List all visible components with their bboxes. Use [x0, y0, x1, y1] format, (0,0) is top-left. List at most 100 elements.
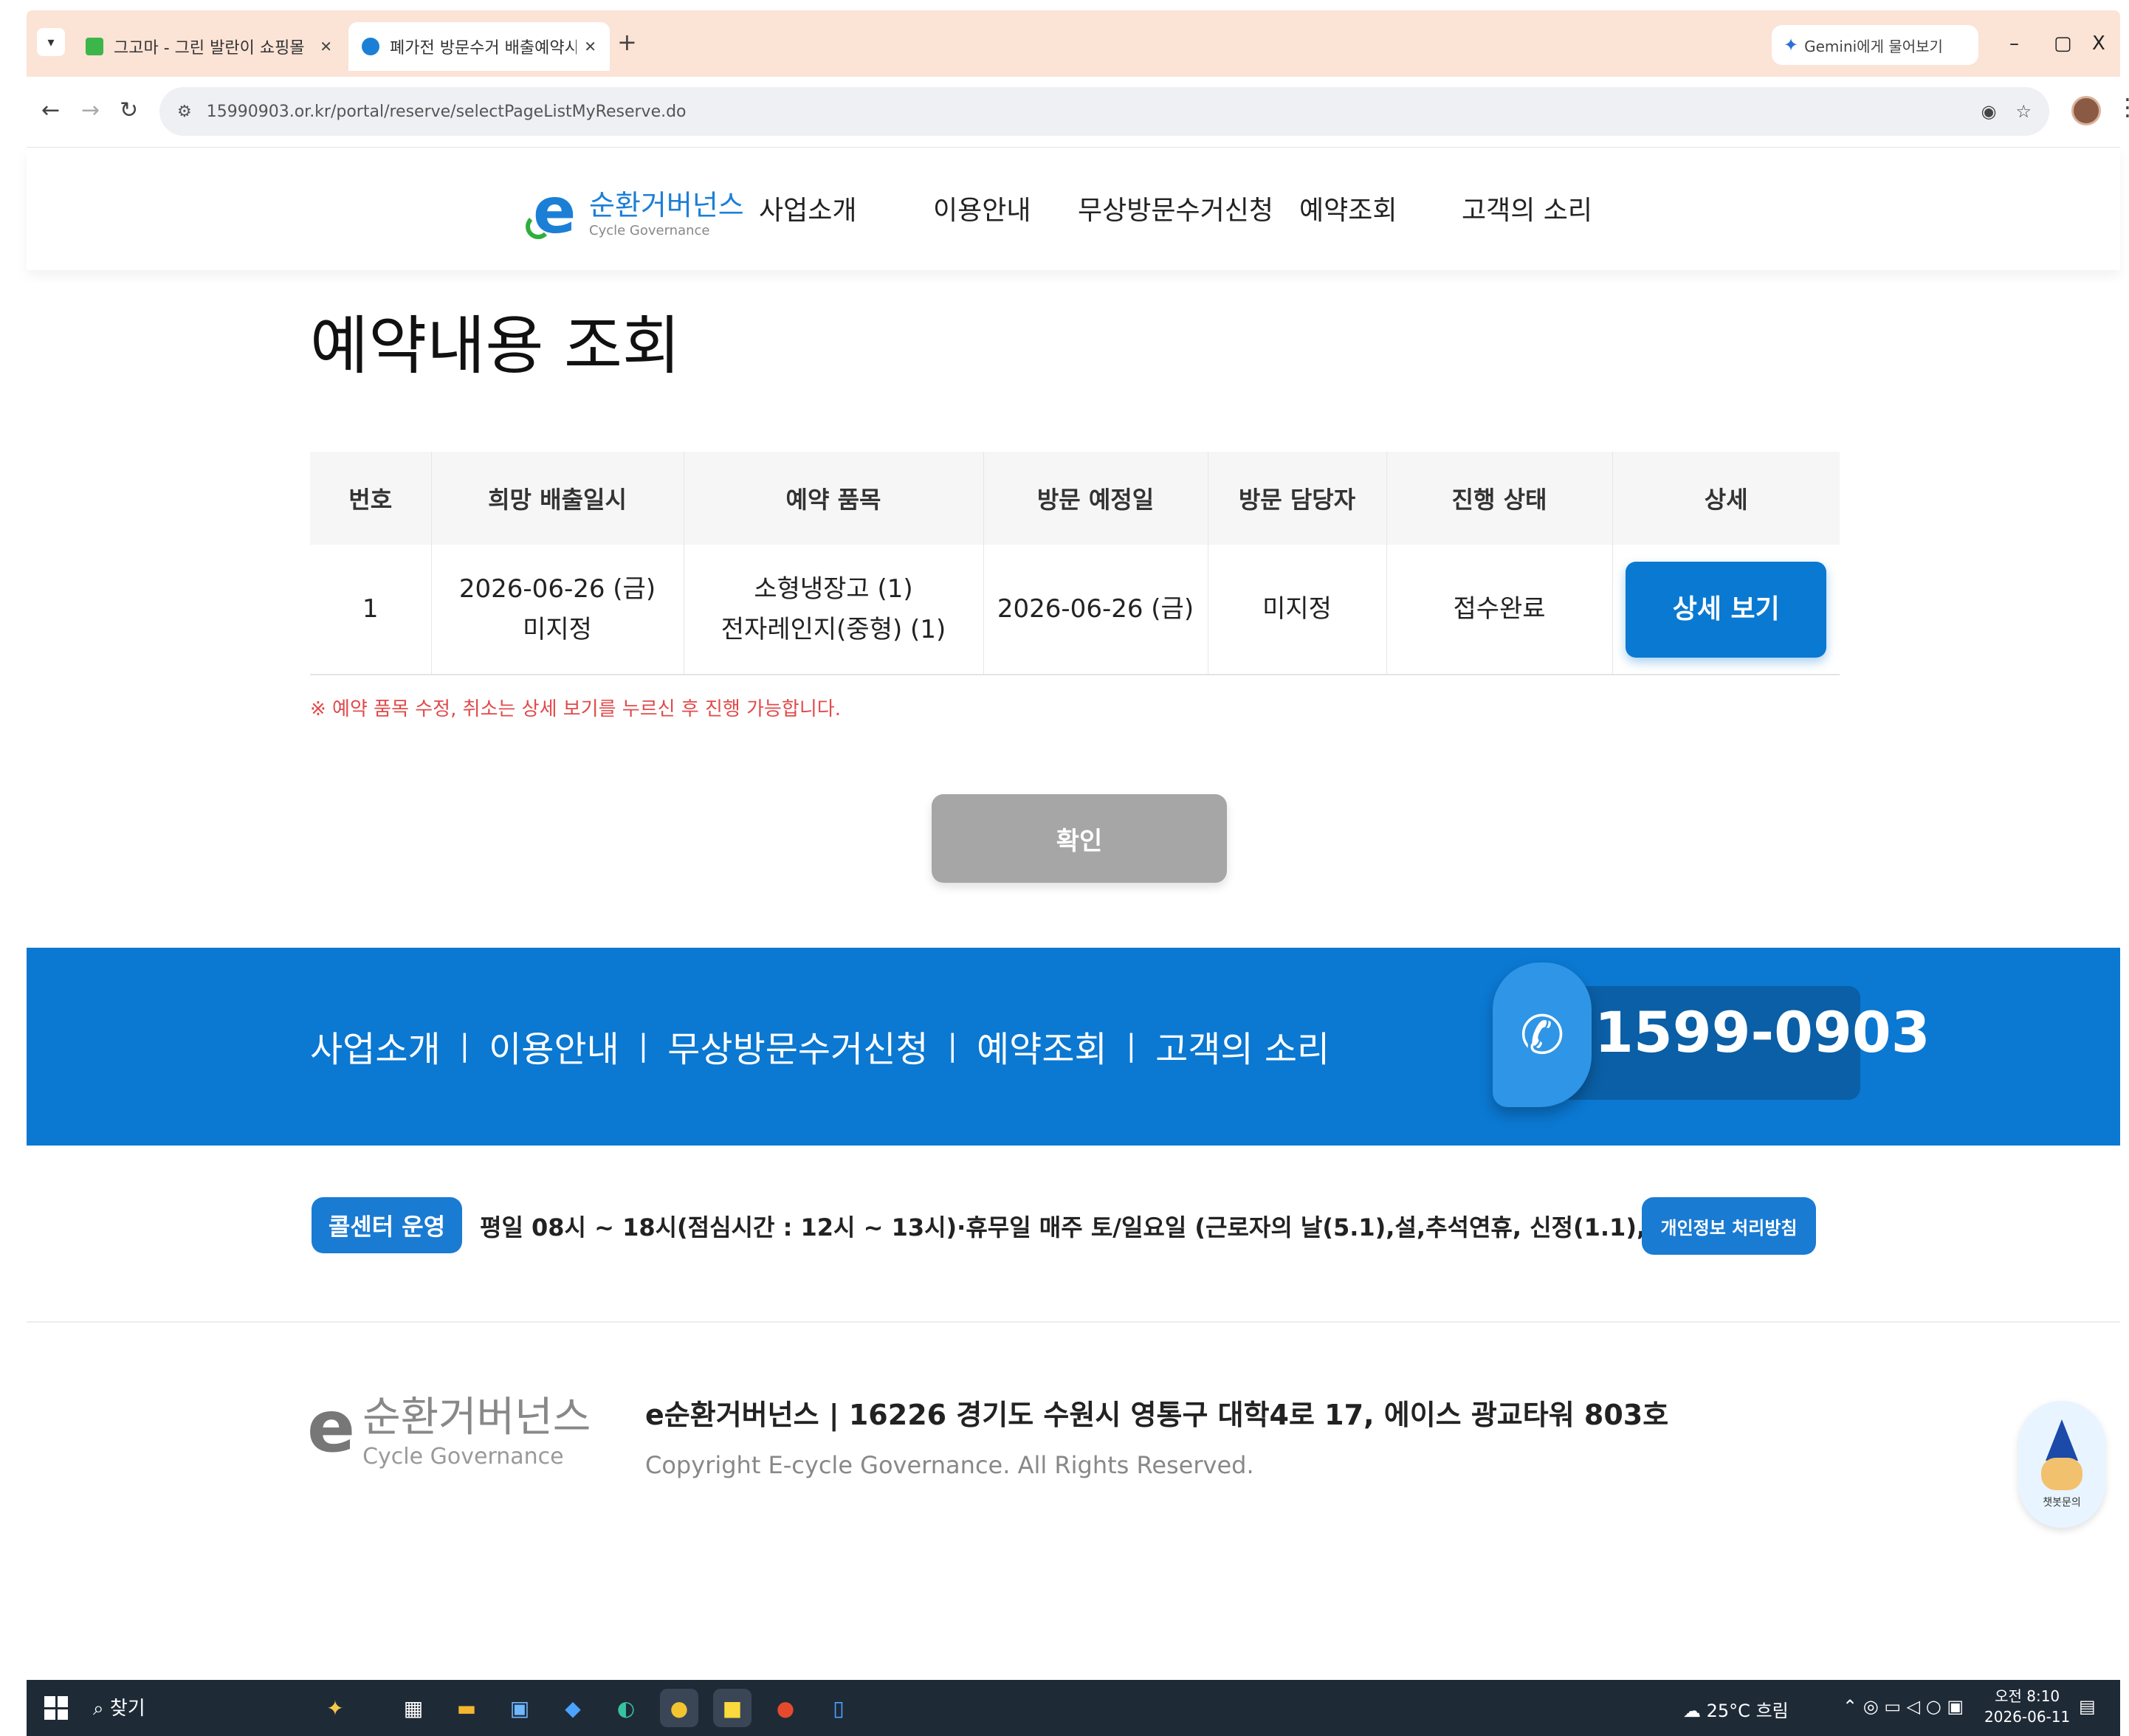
footer-nav-business-intro[interactable]: 사업소개 [310, 1020, 441, 1072]
chrome-icon[interactable]: ● [660, 1689, 698, 1727]
item-fridge: 소형냉장고 (1) [754, 574, 913, 604]
confirm-button[interactable]: 확인 [932, 794, 1227, 883]
clock-time: 오전 8:10 [1995, 1687, 2060, 1705]
tab-title: 그고마 - 그린 발란이 쇼핑몰 [114, 39, 305, 58]
weather-text: 25°C 흐림 [1706, 1701, 1789, 1721]
table-row: 1 2026-06-26 (금) 미지정 소형냉장고 (1) 전자레인지(중형)… [310, 545, 1840, 675]
task-view-icon[interactable]: ▦ [394, 1689, 433, 1727]
nav-usage-guide[interactable]: 이용안내 [933, 189, 1031, 227]
browser-tab-strip: ▾ 그고마 - 그린 발란이 쇼핑몰 ✕ 폐가전 방문수거 배출예약시스 ✕ +… [27, 10, 2120, 77]
chatbot-label: 챗봇문의 [2043, 1497, 2081, 1509]
browser-tab-gomama[interactable]: 그고마 - 그린 발란이 쇼핑몰 ✕ [72, 22, 345, 71]
logo-text-en: Cycle Governance [589, 223, 710, 238]
footer-nav-usage-guide[interactable]: 이용안내 [489, 1020, 619, 1072]
sparkle-icon: ✦ [1784, 35, 1799, 55]
taskbar-search[interactable]: ⌕ 찾기 [93, 1693, 145, 1720]
powerpoint-icon[interactable]: ● [766, 1689, 805, 1727]
company-address: e순환거버넌스 | 16226 경기도 수원시 영통구 대학4로 17, 에이스… [645, 1399, 1669, 1431]
chatbot-button[interactable]: 챗봇문의 [2018, 1401, 2105, 1528]
cell-items: 소형냉장고 (1) 전자레인지(중형) (1) [684, 545, 984, 675]
reload-icon[interactable]: ↻ [120, 97, 138, 123]
page-title: 예약내용 조회 [310, 309, 681, 383]
logo-text-ko: 순환거버넌스 [589, 189, 744, 221]
tab-search-button[interactable]: ▾ [37, 28, 65, 56]
nav-reservation-lookup[interactable]: 예약조회 [1299, 189, 1397, 227]
back-arrow-icon[interactable]: ← [41, 97, 60, 123]
profile-avatar[interactable] [2071, 96, 2101, 125]
col-header-status: 진행 상태 [1386, 452, 1613, 545]
gemini-button[interactable]: ✦ Gemini에게 물어보기 [1772, 25, 1978, 65]
store-icon[interactable]: ▣ [501, 1689, 539, 1727]
kakaotalk-icon[interactable]: ■ [713, 1689, 751, 1727]
callcenter-hours: 평일 08시 ~ 18시(점심시간 : 12시 ~ 13시)·휴무일 매주 토/… [480, 1213, 1730, 1241]
gemini-label: Gemini에게 물어보기 [1804, 37, 1943, 55]
taskbar-search-label: 찾기 [109, 1698, 145, 1720]
weather-widget[interactable]: ☁ 25°C 흐림 [1683, 1696, 1789, 1722]
callcenter-phone-number: 1599-0903 [1595, 999, 1930, 1065]
chatbot-mascot-icon [2041, 1458, 2082, 1490]
file-explorer-icon[interactable]: ▬ [447, 1689, 486, 1727]
clock-date: 2026-06-11 [1984, 1708, 2071, 1726]
cell-status: 접수완료 [1386, 545, 1613, 675]
site-logo[interactable]: e 순환거버넌스 Cycle Governance [526, 174, 744, 248]
network-icon: ◎ [1863, 1696, 1885, 1717]
address-bar[interactable]: ⚙ 15990903.or.kr/portal/reserve/selectPa… [159, 87, 2049, 136]
maximize-button[interactable]: ▢ [2054, 32, 2072, 55]
desired-time-text: 미지정 [523, 614, 592, 644]
col-header-no: 번호 [310, 452, 432, 545]
windows-start-icon[interactable] [44, 1696, 68, 1720]
footer-logo-en: Cycle Governance [362, 1444, 564, 1470]
display-icon: ▭ [1884, 1696, 1907, 1717]
battery-icon: ○ [1925, 1696, 1947, 1717]
footer-nav-band: 사업소개 | 이용안내 | 무상방문수거신청 | 예약조회 | 고객의 소리 ✆… [27, 948, 2120, 1146]
site-info-icon[interactable]: ⚙ [177, 103, 192, 121]
footer-nav-reservation-lookup[interactable]: 예약조회 [977, 1020, 1107, 1072]
nav-business-intro[interactable]: 사업소개 [759, 189, 856, 227]
edit-app-icon[interactable]: ◆ [554, 1689, 592, 1727]
incognito-icon[interactable]: ◉ [1981, 101, 1997, 122]
close-tab-icon[interactable]: ✕ [320, 38, 332, 55]
item-microwave: 전자레인지(중형) (1) [720, 614, 946, 644]
nav-customer-voice[interactable]: 고객의 소리 [1462, 189, 1592, 227]
minimize-button[interactable]: – [2009, 32, 2019, 55]
new-tab-button[interactable]: + [617, 28, 637, 56]
edge-icon[interactable]: ◐ [607, 1689, 645, 1727]
browser-tab-reserve[interactable]: 폐가전 방문수거 배출예약시스 ✕ [348, 22, 610, 71]
col-header-detail: 상세 [1612, 452, 1840, 545]
nav-separator: | [459, 1029, 470, 1063]
callcenter-badge: 콜센터 운영 [312, 1197, 462, 1253]
tray-icons[interactable]: ⌃ ◎ ▭ ◁ ○ ▣ [1843, 1696, 1964, 1717]
nav-free-pickup[interactable]: 무상방문수거신청 [1078, 189, 1273, 227]
footer-nav-customer-voice[interactable]: 고객의 소리 [1155, 1020, 1330, 1072]
footer-logo-ko: 순환거버넌스 [362, 1394, 591, 1442]
bookmark-star-icon[interactable]: ☆ [2015, 101, 2032, 122]
copilot-sparkle-icon[interactable]: ✦ [316, 1689, 354, 1727]
cell-visit-date: 2026-06-26 (금) [983, 545, 1208, 675]
search-icon: ⌕ [93, 1698, 110, 1720]
site-favicon-icon [362, 38, 379, 55]
forward-arrow-icon[interactable]: → [81, 97, 100, 123]
url-text: 15990903.or.kr/portal/reserve/selectPage… [206, 102, 687, 121]
col-header-visit-date: 방문 예정일 [983, 452, 1208, 545]
close-window-button[interactable]: X [2092, 32, 2105, 55]
edit-cancel-notice: ※ 예약 품목 수정, 취소는 상세 보기를 누르신 후 진행 가능합니다. [310, 698, 841, 720]
copyright: Copyright E-cycle Governance. All Rights… [645, 1451, 1254, 1479]
notification-icon[interactable]: ▤ [2079, 1696, 2096, 1717]
detail-view-button[interactable]: 상세 보기 [1626, 561, 1827, 658]
nav-separator: | [638, 1029, 649, 1063]
weather-icon: ☁ [1683, 1701, 1707, 1721]
privacy-policy-button[interactable]: 개인정보 처리방침 [1642, 1197, 1816, 1255]
cell-no: 1 [310, 545, 432, 675]
cell-detail: 상세 보기 [1612, 545, 1840, 675]
tab-title: 폐가전 방문수거 배출예약시스 [390, 39, 577, 58]
col-header-items: 예약 품목 [684, 452, 984, 545]
footer-nav-free-pickup[interactable]: 무상방문수거신청 [667, 1020, 928, 1072]
table-header-row: 번호 희망 배출일시 예약 품목 방문 예정일 방문 담당자 진행 상태 상세 [310, 452, 1840, 545]
taskbar-clock[interactable]: 오전 8:10 2026-06-11 [1984, 1686, 2070, 1727]
phone-link-icon[interactable]: ▯ [819, 1689, 858, 1727]
col-header-desired-date: 희망 배출일시 [431, 452, 684, 545]
close-tab-icon[interactable]: ✕ [584, 38, 596, 55]
site-header: e 순환거버넌스 Cycle Governance 사업소개 이용안내 무상방문… [27, 148, 2120, 270]
ime-icon: ▣ [1947, 1696, 1964, 1717]
browser-menu-icon[interactable]: ⋮ [2116, 93, 2129, 121]
